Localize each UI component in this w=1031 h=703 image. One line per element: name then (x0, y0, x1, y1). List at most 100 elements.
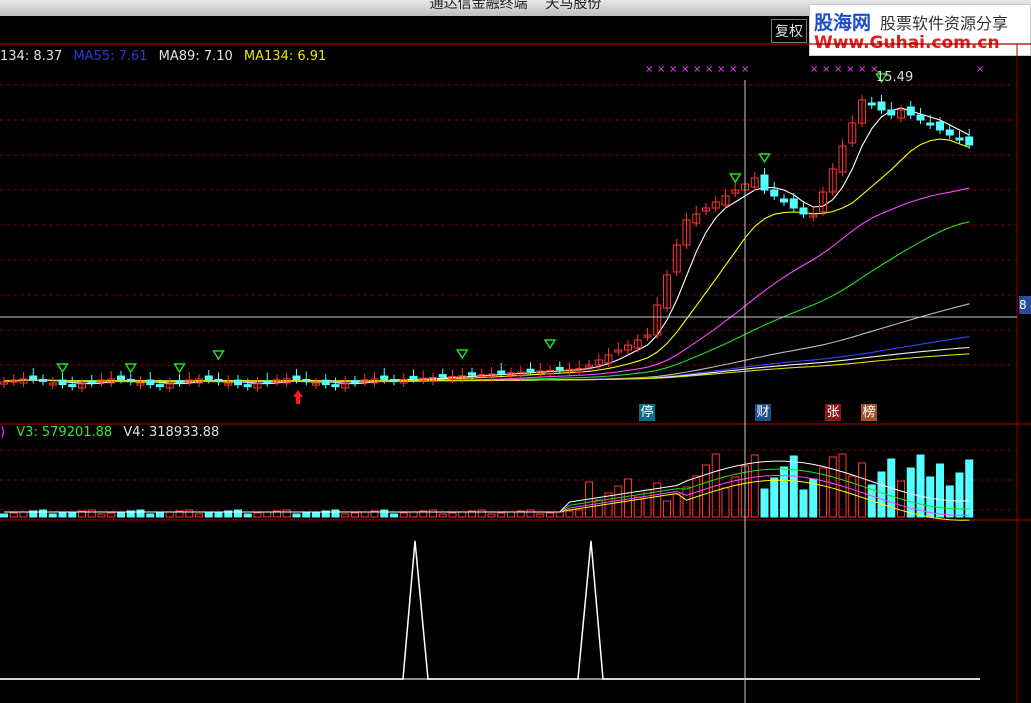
volume-bar (936, 463, 944, 518)
candle-body (214, 378, 223, 382)
volume-bar (263, 511, 272, 518)
volume-bar (399, 512, 408, 518)
volume-ma-line (4, 475, 970, 516)
candle-body (87, 380, 96, 384)
buy-signal-arrow (543, 339, 557, 350)
candle-body (292, 375, 301, 380)
volume-bar (243, 513, 252, 518)
volume-bar (9, 512, 18, 518)
candle-body (555, 366, 564, 371)
candle-body (799, 207, 808, 215)
ma-line (3, 107, 970, 385)
limit-mark: × (810, 64, 818, 75)
ma-line (3, 138, 970, 383)
volume-bar (39, 509, 47, 518)
buy-signal-arrow (728, 173, 742, 184)
candle-body (321, 379, 330, 386)
moving-average-lines (3, 107, 970, 385)
volume-bar (146, 513, 155, 518)
volume-bar (214, 511, 223, 518)
candle-body (955, 137, 964, 141)
volume-bar (292, 513, 301, 518)
volume-bar (565, 510, 574, 518)
candle-body (867, 102, 876, 106)
volume-bar (789, 455, 798, 518)
candle-body (234, 379, 242, 386)
limit-mark: × (705, 64, 713, 75)
volume-bar (312, 511, 320, 518)
volume-legend-item: ) (0, 425, 6, 440)
volume-bar (409, 511, 418, 518)
fuquan-button[interactable]: 复权 (771, 19, 807, 43)
volume-bar (877, 471, 886, 518)
peak-price-label: 15.49 (876, 70, 914, 85)
volume-bar (234, 509, 242, 518)
candle-body (243, 384, 252, 388)
volume-bar (68, 511, 77, 518)
volume-bar (458, 511, 467, 518)
candle-body (58, 379, 67, 386)
volume-bar (360, 511, 369, 518)
ma-legend: 134: 8.37 MA55: 7.61 MA89: 7.10 MA134: 6… (0, 49, 333, 64)
volume-bar (731, 476, 740, 518)
event-tag-list[interactable]: 榜 (861, 404, 877, 421)
volume-bar (682, 486, 691, 518)
volume-bar (19, 511, 28, 518)
volume-bar (185, 509, 194, 518)
sell-signal-arrow (293, 390, 303, 404)
volume-ma-lines (4, 460, 970, 521)
buy-signal-arrow (455, 349, 469, 360)
candle-body (390, 379, 398, 383)
indicator-spike-line (0, 540, 980, 680)
ma-line (3, 336, 970, 382)
volume-bar (955, 472, 964, 518)
candlesticks (0, 95, 974, 392)
volume-bar (916, 454, 925, 518)
volume-bar (136, 509, 145, 518)
limit-mark: × (729, 64, 737, 75)
candle-body (39, 378, 47, 382)
candle-body (409, 375, 418, 380)
volume-bar (497, 512, 506, 518)
volume-legend: ) V3: 579201.88 V4: 318933.88 (0, 425, 226, 440)
volume-bar (780, 466, 788, 518)
indicator-line (0, 540, 980, 680)
volume-bar (555, 511, 564, 518)
volume-bar (799, 489, 808, 518)
volume-bar (770, 477, 779, 518)
event-tag-rise[interactable]: 张 (825, 404, 841, 421)
volume-legend-item: V4: 318933.88 (123, 425, 220, 440)
volume-bar (906, 467, 915, 518)
candle-body (887, 109, 896, 116)
candle-body (877, 101, 886, 111)
volume-bar (351, 512, 359, 518)
limit-mark: × (741, 64, 749, 75)
price-axis-label: 8 (1019, 296, 1031, 314)
limit-mark: × (822, 64, 830, 75)
volume-bar (663, 500, 671, 518)
event-tag-stop[interactable]: 停 (639, 404, 655, 421)
volume-bar (926, 476, 935, 518)
event-tag-finance[interactable]: 财 (755, 404, 771, 421)
stock-chart[interactable]: × × × × × × × × × × × × × × × × (0, 0, 1031, 703)
limit-mark: × (846, 64, 854, 75)
buy-signal-arrow (56, 363, 69, 374)
volume-bar (253, 512, 262, 518)
volume-bar (97, 513, 106, 518)
volume-bar (536, 513, 545, 518)
candle-body (770, 189, 779, 197)
volume-bar (507, 511, 515, 518)
crosshair (0, 80, 1017, 703)
volume-bar (390, 513, 398, 518)
ma-line (3, 303, 970, 382)
ma-legend-item: MA55: 7.61 (73, 49, 148, 64)
candle-body (468, 372, 476, 376)
volume-bar (204, 512, 213, 518)
volume-bar (721, 487, 730, 518)
candle-body (146, 379, 155, 386)
volume-bar (614, 485, 623, 518)
candle-body (380, 375, 389, 381)
limit-mark: × (976, 64, 984, 75)
volume-bar (341, 513, 350, 518)
volume-bar (107, 512, 116, 518)
